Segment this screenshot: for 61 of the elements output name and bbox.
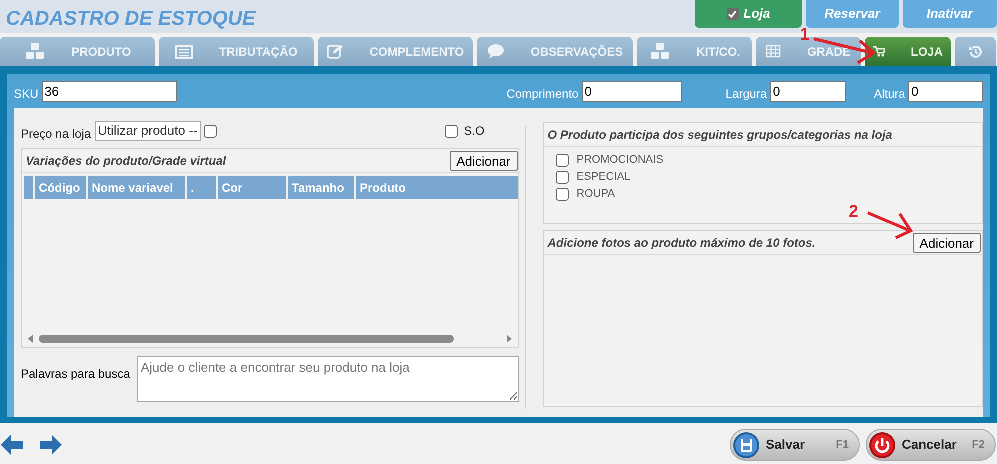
scroll-right-icon[interactable] xyxy=(506,335,512,343)
save-button[interactable]: Salvar F1 xyxy=(730,429,860,461)
tab[interactable]: KIT/CO. xyxy=(637,37,752,66)
section-title: Adicione fotos ao produto máximo de 10 fotos. xyxy=(548,234,816,252)
list-icon xyxy=(175,44,194,58)
checkbox[interactable] xyxy=(445,124,458,138)
tab[interactable]: TRIBUTAÇÃO xyxy=(159,37,314,66)
cubes-icon xyxy=(648,42,670,60)
field-label: SKU xyxy=(14,86,39,103)
add-button[interactable]: Adicionar xyxy=(912,232,981,252)
search-words-field[interactable]: Ajude o cliente a encontrar seu produto na loja xyxy=(137,356,519,402)
checkbox[interactable] xyxy=(556,171,569,184)
field-label: Palavras para busca xyxy=(21,366,132,383)
tab[interactable]: PRODUTO xyxy=(0,37,155,66)
column-header[interactable]: Produto xyxy=(356,176,518,199)
cart-icon xyxy=(872,46,885,57)
edit-icon xyxy=(326,44,344,59)
cubes-icon xyxy=(24,42,46,60)
scrollbar-thumb[interactable] xyxy=(39,335,454,343)
column-header[interactable]: Nome variavel xyxy=(88,176,185,199)
checkbox-label: ROUPA xyxy=(576,187,616,202)
checkbox[interactable] xyxy=(556,154,569,167)
tab[interactable]: OBSERVAÇÕES xyxy=(477,37,633,66)
action-button[interactable]: Inativar xyxy=(903,0,997,28)
back-arrow-icon[interactable] xyxy=(1,434,23,456)
checkbox-label: PROMOCIONAIS xyxy=(576,153,664,168)
checkbox-label: S.O xyxy=(464,123,485,140)
store-toggle-button[interactable]: Loja xyxy=(695,0,802,28)
checkbox[interactable] xyxy=(556,188,569,201)
annotation-number: 2 xyxy=(849,203,858,220)
column-header[interactable]: Tamanho xyxy=(288,176,354,199)
field-label: Altura xyxy=(874,86,906,103)
cancel-button[interactable]: Cancelar F2 xyxy=(866,429,996,461)
input-field[interactable]: 0 xyxy=(582,80,682,102)
power-icon xyxy=(869,432,896,458)
input-field[interactable]: 36 xyxy=(42,80,177,102)
input-field[interactable]: 0 xyxy=(908,80,984,102)
grid-icon xyxy=(766,45,782,58)
history-icon xyxy=(968,44,984,60)
speech-bubble-icon xyxy=(486,44,505,59)
forward-arrow-icon[interactable] xyxy=(40,434,62,456)
field-label: Largura xyxy=(726,86,768,103)
field-label: Comprimento xyxy=(506,86,579,103)
action-button[interactable]: Reservar xyxy=(806,0,899,28)
field-label: Preço na loja xyxy=(21,126,92,143)
tab[interactable]: COMPLEMENTO xyxy=(318,37,473,66)
checkbox[interactable] xyxy=(204,124,217,138)
floppy-disk-icon xyxy=(733,432,760,458)
checkbox-label: ESPECIAL xyxy=(576,170,631,186)
window-title: CADASTRO DE ESTOQUE xyxy=(5,7,256,32)
section-title: Variações do produto/Grade virtual xyxy=(26,152,226,170)
annotation-arrow xyxy=(866,210,914,240)
tab[interactable]: LOJA xyxy=(865,37,951,66)
column-header[interactable]: Cor xyxy=(218,176,286,199)
scroll-left-icon[interactable] xyxy=(28,335,33,343)
select-field[interactable]: Utilizar produto -- xyxy=(95,121,201,141)
column-header[interactable]: . xyxy=(187,176,216,199)
column-header[interactable]: Código xyxy=(35,176,86,199)
section-title: O Produto participa dos seguintes grupos/categorias na loja xyxy=(544,123,982,147)
input-field[interactable]: 0 xyxy=(770,80,846,102)
add-button[interactable]: Adicionar xyxy=(450,150,518,170)
